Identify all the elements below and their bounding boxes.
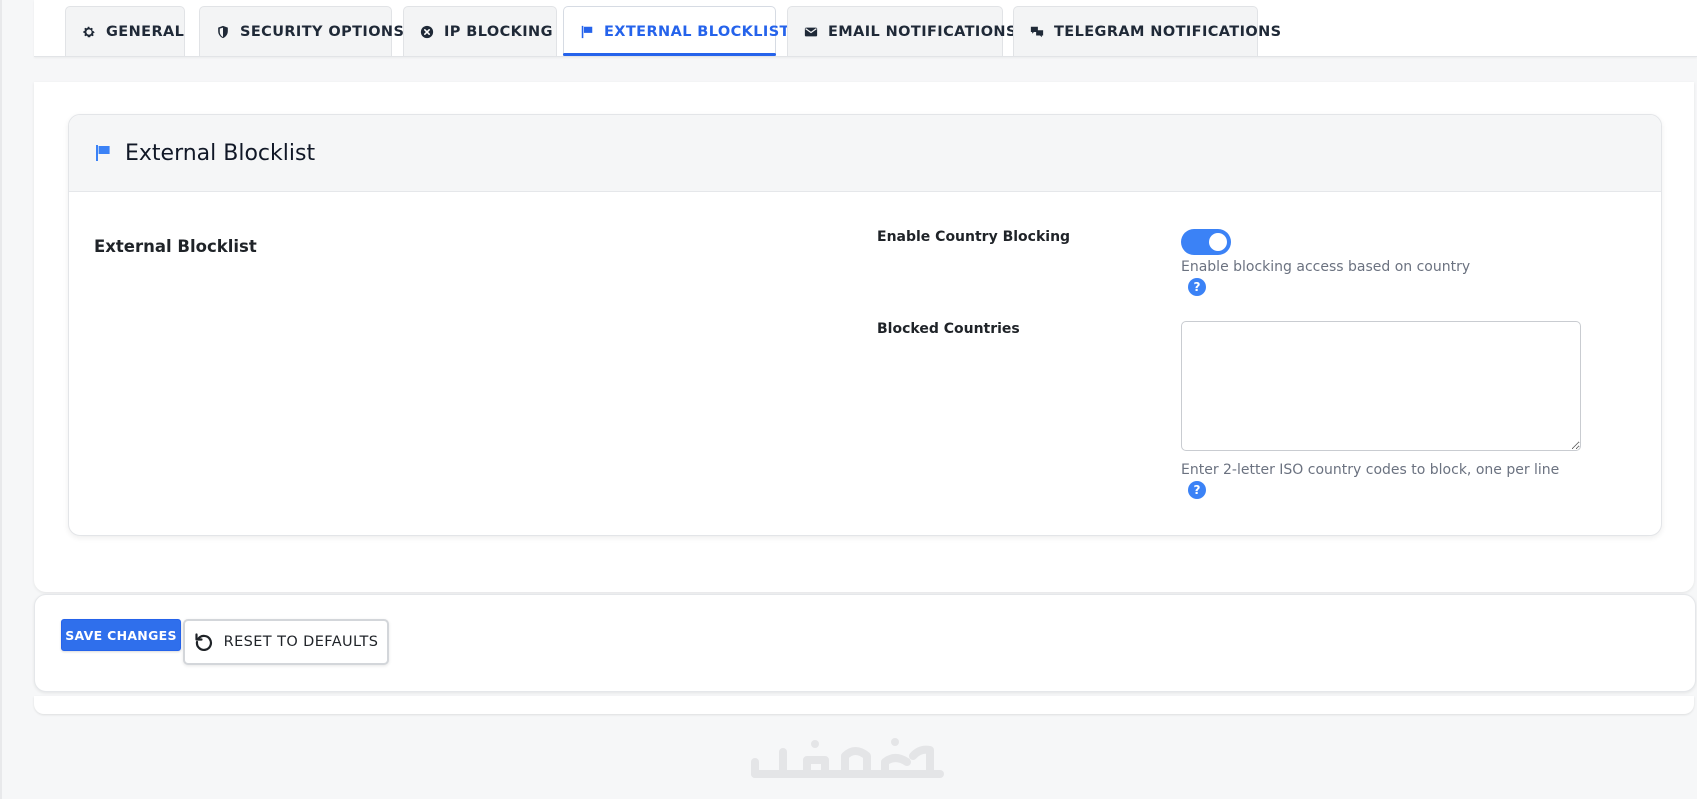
enable-country-blocking-toggle[interactable] — [1181, 229, 1231, 255]
section-label: External Blocklist — [94, 237, 257, 256]
blocked-countries-label: Blocked Countries — [877, 321, 1020, 337]
reset-icon — [195, 633, 212, 651]
tab-ip-blocking[interactable]: IP BLOCKING — [403, 6, 557, 56]
watermark-logo — [751, 738, 944, 778]
tab-telegram-notifications[interactable]: TELEGRAM NOTIFICATIONS — [1013, 6, 1281, 56]
tab-external-blocklist[interactable]: EXTERNAL BLOCKLIST — [563, 6, 789, 56]
tab-telegram-notifications-label: TELEGRAM NOTIFICATIONS — [1054, 23, 1282, 40]
tab-general-label: GENERAL — [106, 23, 185, 40]
help-icon[interactable]: ? — [1188, 278, 1206, 296]
close-circle-icon — [420, 25, 434, 38]
chat-icon — [1030, 26, 1044, 37]
external-blocklist-card: External Blocklist External Blocklist En… — [68, 114, 1662, 536]
card-title: External Blocklist — [125, 140, 316, 166]
blocked-countries-input[interactable] — [1181, 321, 1581, 451]
save-changes-button[interactable]: SAVE CHANGES — [61, 619, 181, 651]
tab-general[interactable]: GENERAL — [65, 6, 185, 56]
toggle-knob — [1209, 233, 1227, 251]
gear-icon — [83, 26, 95, 37]
bottom-strip — [34, 696, 1694, 714]
tab-email-notifications-label: EMAIL NOTIFICATIONS — [828, 23, 1017, 40]
enable-country-blocking-label: Enable Country Blocking — [877, 229, 1071, 245]
envelope-icon — [804, 27, 818, 36]
flag-icon — [96, 145, 110, 161]
reset-to-defaults-button[interactable]: RESET TO DEFAULTS — [183, 619, 389, 665]
blocked-countries-help: Enter 2-letter ISO country codes to bloc… — [1181, 462, 1560, 478]
settings-tab-bar: GENERAL SECURITY OPTIONS IP BLOCKING EXT… — [34, 0, 1697, 57]
tab-ip-blocking-label: IP BLOCKING — [444, 23, 553, 40]
page-left-edge — [0, 0, 2, 799]
help-icon[interactable]: ? — [1188, 481, 1206, 499]
reset-to-defaults-label: RESET TO DEFAULTS — [223, 634, 379, 650]
shield-icon — [218, 25, 228, 38]
enable-country-blocking-help: Enable blocking access based on country — [1181, 259, 1471, 275]
tab-email-notifications[interactable]: EMAIL NOTIFICATIONS — [787, 6, 1016, 56]
flag-icon — [581, 25, 593, 38]
form-actions-bar: SAVE CHANGES RESET TO DEFAULTS — [34, 594, 1696, 692]
tab-security-options[interactable]: SECURITY OPTIONS — [199, 6, 404, 56]
tab-external-blocklist-label: EXTERNAL BLOCKLIST — [604, 23, 790, 40]
card-header: External Blocklist — [69, 115, 1661, 192]
tab-security-options-label: SECURITY OPTIONS — [240, 23, 405, 40]
